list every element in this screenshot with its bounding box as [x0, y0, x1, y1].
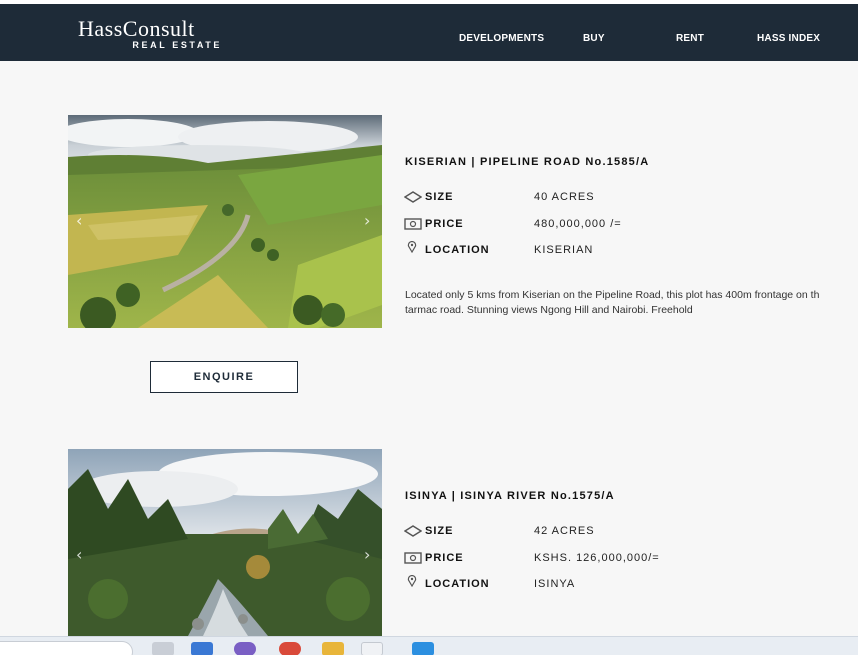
listing-1-location-value: KISERIAN — [534, 244, 594, 256]
chrome-icon[interactable] — [279, 642, 301, 655]
map-pin-icon — [407, 241, 417, 253]
listing-1-title: KISERIAN | PIPELINE ROAD No.1585/A — [405, 156, 650, 168]
valley-landscape-image — [68, 115, 382, 328]
listing-2-title: ISINYA | ISINYA RIVER No.1575/A — [405, 490, 615, 502]
os-taskbar — [0, 636, 858, 655]
listing-1-price-value: 480,000,000 /= — [534, 218, 622, 230]
chevron-left-icon[interactable]: ‹ — [76, 211, 82, 230]
logo-wordmark: HassConsult — [78, 16, 195, 41]
listing-1-price-label: PRICE — [425, 218, 464, 230]
nav-rent[interactable]: RENT — [676, 33, 704, 44]
task-view-icon[interactable] — [152, 642, 174, 655]
nav-hass-index[interactable]: HASS INDEX — [757, 33, 820, 44]
listing-1-image[interactable]: ‹ › — [68, 115, 382, 328]
chat-icon[interactable] — [234, 642, 256, 655]
chevron-right-icon[interactable]: › — [364, 545, 370, 564]
description-line-2: tarmac road. Stunning views Ngong Hill a… — [405, 304, 693, 316]
mail-icon[interactable] — [412, 642, 434, 655]
listing-2-size-value: 42 ACRES — [534, 525, 595, 537]
listing-2-price-label: PRICE — [425, 552, 464, 564]
description-line-1: Located only 5 kms from Kiserian on the … — [405, 289, 820, 301]
logo-tagline: REAL ESTATE — [132, 40, 222, 50]
banknote-icon — [404, 218, 422, 230]
river-forest-image — [68, 449, 382, 636]
active-app-icon[interactable] — [361, 642, 383, 655]
taskbar-search-box[interactable] — [0, 641, 133, 655]
listing-2-image[interactable]: ‹ › — [68, 449, 382, 636]
listing-2-size-label: SIZE — [425, 525, 454, 537]
chevron-left-icon[interactable]: ‹ — [76, 545, 82, 564]
file-explorer-icon[interactable] — [322, 642, 344, 655]
listing-1-description: Located only 5 kms from Kiserian on the … — [405, 288, 858, 318]
listing-1-location-label: LOCATION — [425, 244, 490, 256]
hassconsult-logo[interactable]: HassConsult REAL ESTATE — [78, 18, 228, 51]
windows-widgets-icon[interactable] — [191, 642, 213, 655]
site-header: HassConsult REAL ESTATE DEVELOPMENTS BUY… — [0, 4, 858, 61]
listing-1-size-label: SIZE — [425, 191, 454, 203]
enquire-button[interactable]: ENQUIRE — [150, 361, 298, 393]
land-size-icon — [404, 525, 422, 537]
listing-2-location-label: LOCATION — [425, 578, 490, 590]
land-size-icon — [404, 191, 422, 203]
map-pin-icon — [407, 575, 417, 587]
nav-developments[interactable]: DEVELOPMENTS — [459, 33, 544, 44]
banknote-icon — [404, 552, 422, 564]
nav-buy[interactable]: BUY — [583, 33, 605, 44]
listing-2-location-value: ISINYA — [534, 578, 576, 590]
chevron-right-icon[interactable]: › — [364, 211, 370, 230]
listing-2-price-value: KSHS. 126,000,000/= — [534, 552, 660, 564]
listing-1-size-value: 40 ACRES — [534, 191, 595, 203]
